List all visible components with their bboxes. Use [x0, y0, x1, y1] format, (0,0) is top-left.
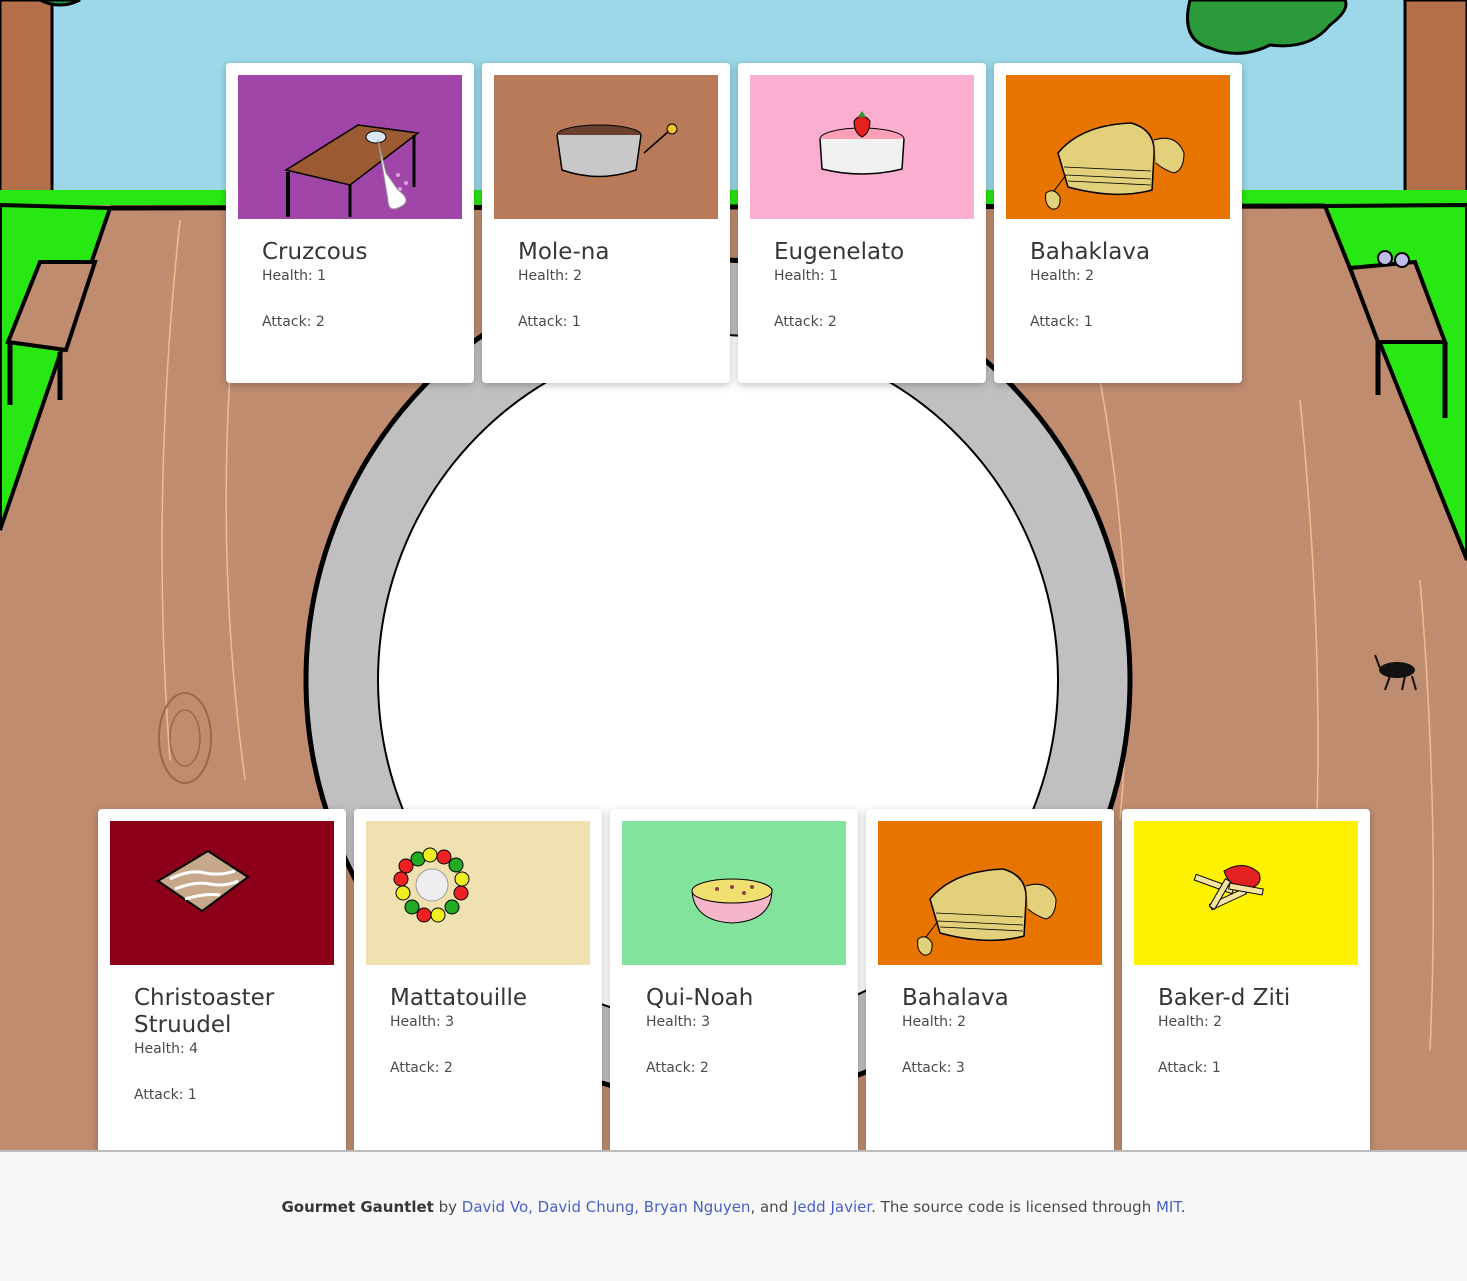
food-card-image [750, 75, 974, 219]
footer-by-text: by [433, 1198, 462, 1216]
author-link-jedd-javier[interactable]: Jedd Javier [793, 1198, 871, 1216]
food-card-attack: Attack: 2 [646, 1060, 709, 1076]
food-card-content: Baker-d Ziti Health: 2 Attack: 1 [1158, 985, 1350, 1078]
food-card[interactable]: Eugenelato Health: 1 Attack: 2 [738, 63, 986, 383]
food-card-attack: Attack: 1 [1158, 1060, 1221, 1076]
food-card[interactable]: Mattatouille Health: 3 Attack: 2 [354, 809, 602, 1156]
food-card-content: Mattatouille Health: 3 Attack: 2 [390, 985, 582, 1078]
food-card-attack: Attack: 2 [774, 314, 837, 330]
food-card-health: Health: 4 [134, 1041, 199, 1057]
food-card[interactable]: Baker-d Ziti Health: 2 Attack: 1 [1122, 809, 1370, 1156]
food-card-image [238, 75, 462, 219]
food-card-health: Health: 1 [774, 268, 839, 284]
food-card-attack: Attack: 1 [134, 1087, 197, 1103]
food-card[interactable]: Bahalava Health: 2 Attack: 3 [866, 809, 1114, 1156]
footer: Gourmet Gauntlet by David Vo, David Chun… [0, 1150, 1467, 1281]
food-card[interactable]: Mole-na Health: 2 Attack: 1 [482, 63, 730, 383]
food-card-content: Eugenelato Health: 1 Attack: 2 [774, 239, 966, 332]
food-card-content: Bahalava Health: 2 Attack: 3 [902, 985, 1094, 1078]
food-card-title: Bahalava [902, 985, 1009, 1011]
footer-and-text: , and [750, 1198, 793, 1216]
food-card-health: Health: 1 [262, 268, 327, 284]
food-card-image [622, 821, 846, 965]
food-card-content: Bahaklava Health: 2 Attack: 1 [1030, 239, 1222, 332]
footer-end-punct: . [1180, 1198, 1186, 1216]
food-card-image [110, 821, 334, 965]
food-card-title: Christoaster Struudel [134, 985, 275, 1038]
food-card-title: Baker-d Ziti [1158, 985, 1291, 1011]
food-card-image [1134, 821, 1358, 965]
food-card-content: Christoaster Struudel Health: 4 Attack: 1 [134, 985, 326, 1105]
footer-license-text: . The source code is licensed through [871, 1198, 1156, 1216]
food-card-content: Mole-na Health: 2 Attack: 1 [518, 239, 710, 332]
food-card-title: Qui-Noah [646, 985, 754, 1011]
food-card-content: Cruzcous Health: 1 Attack: 2 [262, 239, 454, 332]
food-card-title: Mole-na [518, 239, 610, 265]
food-card-health: Health: 3 [646, 1014, 711, 1030]
food-card-image [366, 821, 590, 965]
food-card-image [878, 821, 1102, 965]
food-card-attack: Attack: 3 [902, 1060, 965, 1076]
food-card[interactable]: Bahaklava Health: 2 Attack: 1 [994, 63, 1242, 383]
food-card-content: Qui-Noah Health: 3 Attack: 2 [646, 985, 838, 1078]
license-link[interactable]: MIT [1156, 1198, 1181, 1216]
authors-link-group[interactable]: David Vo, David Chung, Bryan Nguyen [462, 1198, 751, 1216]
food-card[interactable]: Christoaster Struudel Health: 4 Attack: 1 [98, 809, 346, 1156]
food-card-image [494, 75, 718, 219]
food-card-health: Health: 2 [902, 1014, 967, 1030]
food-card-image [1006, 75, 1230, 219]
food-card-attack: Attack: 2 [262, 314, 325, 330]
food-card-title: Bahaklava [1030, 239, 1151, 265]
food-card-health: Health: 2 [518, 268, 583, 284]
food-card-title: Mattatouille [390, 985, 528, 1011]
food-card-attack: Attack: 1 [1030, 314, 1093, 330]
food-card-health: Health: 3 [390, 1014, 455, 1030]
food-card-health: Health: 2 [1030, 268, 1095, 284]
food-card[interactable]: Qui-Noah Health: 3 Attack: 2 [610, 809, 858, 1156]
app-name: Gourmet Gauntlet [281, 1198, 434, 1216]
food-card[interactable]: Cruzcous Health: 1 Attack: 2 [226, 63, 474, 383]
food-card-health: Health: 2 [1158, 1014, 1223, 1030]
food-card-attack: Attack: 1 [518, 314, 581, 330]
food-card-attack: Attack: 2 [390, 1060, 453, 1076]
food-card-title: Cruzcous [262, 239, 368, 265]
food-card-title: Eugenelato [774, 239, 905, 265]
footer-credits: Gourmet Gauntlet by David Vo, David Chun… [0, 1198, 1467, 1216]
